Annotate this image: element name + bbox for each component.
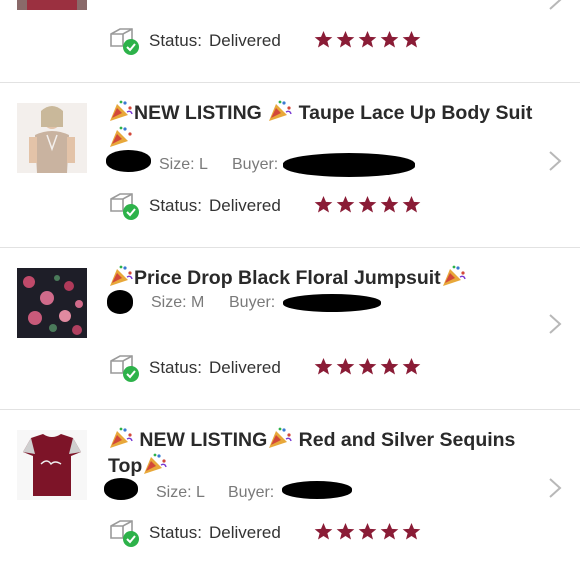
star-icon — [358, 522, 377, 541]
chevron-right-icon[interactable] — [547, 476, 563, 500]
chevron-right-icon[interactable] — [547, 0, 563, 12]
redacted-mark — [282, 481, 352, 499]
status-row: Status: Delivered — [108, 353, 438, 383]
party-popper-icon — [108, 126, 134, 148]
star-icon — [336, 195, 355, 214]
star-icon — [336, 522, 355, 541]
listing-title[interactable]: NEW LISTING Taupe Lace Up Body Suit — [108, 100, 548, 152]
list-item[interactable]: Status: Delivered — [0, 0, 580, 83]
star-icon — [358, 30, 377, 49]
package-delivered-icon — [108, 26, 142, 56]
party-popper-icon — [267, 100, 293, 122]
listing-title[interactable]: NEW LISTING Red and Silver Sequins Top — [108, 427, 548, 479]
party-popper-icon — [142, 453, 168, 475]
star-icon — [380, 195, 399, 214]
redacted-mark — [104, 478, 138, 500]
redacted-mark — [283, 153, 415, 177]
status-row: Status: Delivered — [108, 191, 438, 221]
star-icon — [314, 195, 333, 214]
redacted-mark — [283, 294, 381, 312]
status-row: Status: Delivered — [108, 518, 438, 548]
order-list: Status: Delivered NEW LISTING Taupe Lace… — [0, 0, 580, 580]
star-icon — [380, 357, 399, 376]
star-icon — [336, 357, 355, 376]
party-popper-icon — [108, 427, 134, 449]
star-icon — [314, 522, 333, 541]
buyer-label: Buyer: — [232, 156, 279, 173]
chevron-right-icon[interactable] — [547, 312, 563, 336]
package-delivered-icon — [108, 353, 142, 383]
party-popper-icon — [267, 427, 293, 449]
listing-title[interactable]: Price Drop Black Floral Jumpsuit — [108, 265, 548, 291]
star-icon — [358, 195, 377, 214]
size-label: Size: L — [159, 156, 208, 173]
listing-title-prefix: NEW LISTING — [139, 429, 268, 451]
star-icon — [402, 357, 421, 376]
star-icon — [380, 30, 399, 49]
listing-title-text: Price Drop Black Floral Jumpsuit — [134, 267, 441, 289]
status-label: Status: — [149, 523, 202, 542]
party-popper-icon — [108, 100, 134, 122]
listing-title-text: Red and Silver Sequins — [298, 429, 516, 451]
status-label: Status: — [149, 358, 202, 377]
product-thumbnail — [17, 103, 87, 173]
status-row: Status: Delivered — [108, 26, 438, 56]
star-rating — [314, 195, 421, 217]
chevron-right-icon[interactable] — [547, 149, 563, 173]
status-value: Delivered — [209, 523, 281, 542]
party-popper-icon — [108, 265, 134, 287]
star-icon — [402, 522, 421, 541]
list-item[interactable]: NEW LISTING Taupe Lace Up Body Suit Size… — [0, 83, 580, 248]
listing-title-text: Taupe Lace Up Body Suit — [298, 102, 533, 124]
buyer-label: Buyer: — [229, 294, 276, 311]
buyer-label: Buyer: — [228, 484, 275, 501]
star-icon — [358, 357, 377, 376]
status-label: Status: — [149, 31, 202, 50]
status-value: Delivered — [209, 31, 281, 50]
star-rating — [314, 30, 421, 52]
package-delivered-icon — [108, 191, 142, 221]
status-value: Delivered — [209, 358, 281, 377]
list-item[interactable]: Price Drop Black Floral Jumpsuit Size: M… — [0, 248, 580, 410]
product-thumbnail — [17, 430, 87, 500]
party-popper-icon — [441, 265, 467, 287]
size-label: Size: L — [156, 484, 205, 501]
package-delivered-icon — [108, 518, 142, 548]
redacted-mark — [107, 290, 133, 314]
star-icon — [402, 195, 421, 214]
star-icon — [402, 30, 421, 49]
star-rating — [314, 522, 421, 544]
product-thumbnail — [17, 268, 87, 338]
star-icon — [380, 522, 399, 541]
star-icon — [314, 357, 333, 376]
star-rating — [314, 357, 421, 379]
redacted-mark — [106, 150, 151, 172]
status-value: Delivered — [209, 196, 281, 215]
status-label: Status: — [149, 196, 202, 215]
listing-title-prefix: NEW LISTING — [134, 102, 262, 124]
list-item[interactable]: NEW LISTING Red and Silver Sequins Top S… — [0, 410, 580, 580]
product-thumbnail — [17, 0, 87, 10]
listing-title-text-line2: Top — [108, 455, 143, 477]
size-label: Size: M — [151, 294, 205, 311]
star-icon — [314, 30, 333, 49]
star-icon — [336, 30, 355, 49]
